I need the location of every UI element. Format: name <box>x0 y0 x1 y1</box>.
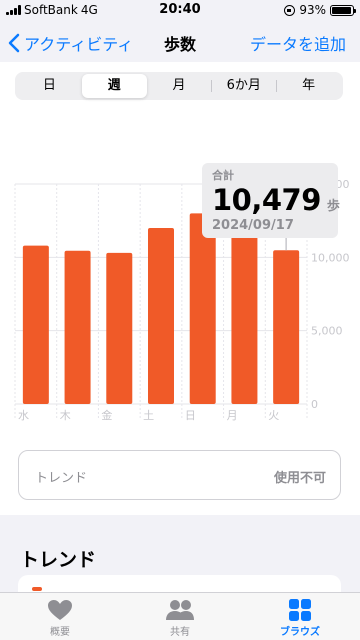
y-tick-label: 10,000 <box>311 251 350 264</box>
status-bar: SoftBank 4G 20:40 93% <box>0 0 360 22</box>
trend-card-label: トレンド <box>35 471 88 486</box>
x-tick-label: 火 <box>268 409 279 422</box>
bar <box>231 210 258 404</box>
section-title: トレンド <box>20 549 97 571</box>
chevron-left-icon <box>8 33 20 53</box>
segment-1[interactable]: 週 <box>81 74 147 98</box>
add-data-button[interactable]: データを追加 <box>250 31 346 55</box>
heart-icon <box>48 600 72 620</box>
navigation-bar: アクティビティ 歩数 データを追加 <box>0 22 360 62</box>
tab-browse-label: ブラウズ <box>280 627 320 638</box>
x-tick-label: 金 <box>101 408 112 422</box>
callout-label: 合計 <box>212 169 234 182</box>
segment-0[interactable]: 日 <box>17 74 82 98</box>
tab-sharing-label: 共有 <box>170 627 190 638</box>
segment-4[interactable]: 年 <box>276 74 341 98</box>
tab-browse[interactable]: ブラウズ <box>240 593 360 640</box>
y-tick-label: 5,000 <box>311 325 343 338</box>
bar <box>64 250 91 404</box>
bar <box>189 213 216 404</box>
people-icon <box>166 600 194 620</box>
rotation-lock-icon <box>284 4 296 16</box>
main-content: 日週月6か月年 05,00010,00015,000水木金土日月火 合計 10,… <box>0 62 360 592</box>
bar <box>106 252 133 404</box>
selection-callout: 合計 10,479 歩 2024/09/17 <box>202 163 340 238</box>
callout-unit: 歩 <box>326 199 340 214</box>
callout-date: 2024/09/17 <box>212 218 294 233</box>
period-segmented-control: 日週月 6か月年 <box>15 72 343 100</box>
trend-card[interactable]: トレンド 使用不可 <box>18 450 341 500</box>
trend-card-status: 使用不可 <box>273 471 326 486</box>
battery-icon <box>330 4 356 16</box>
battery-percent: 93% <box>299 3 326 17</box>
x-tick-label: 木 <box>60 409 71 422</box>
bar <box>148 228 174 404</box>
x-tick-label: 土 <box>143 409 154 422</box>
back-button[interactable]: アクティビティ <box>8 31 133 55</box>
y-tick-label: 0 <box>311 398 318 411</box>
bar <box>273 250 300 404</box>
bar-chart: 05,00010,00015,000水木金土日月火 <box>14 176 350 422</box>
steps-chart: 05,00010,00015,000水木金土日月火 <box>0 100 360 440</box>
tab-sharing[interactable]: 共有 <box>120 593 240 640</box>
back-label: アクティビティ <box>24 35 134 54</box>
tab-bar: 概要 共有 ブラウズ <box>0 592 360 640</box>
x-tick-label: 日 <box>185 409 196 422</box>
bar <box>22 245 49 404</box>
grid-icon <box>289 599 311 621</box>
x-tick-label: 水 <box>18 409 29 422</box>
x-tick-label: 月 <box>227 409 238 422</box>
tab-summary[interactable]: 概要 <box>0 593 120 640</box>
segment-3[interactable]: 6か月 <box>211 74 276 98</box>
segment-2[interactable]: 月 <box>147 74 212 98</box>
status-right: 93% <box>284 3 356 17</box>
flame-icon <box>32 587 42 591</box>
callout-value: 10,479 <box>212 183 321 217</box>
tab-summary-label: 概要 <box>50 627 70 638</box>
